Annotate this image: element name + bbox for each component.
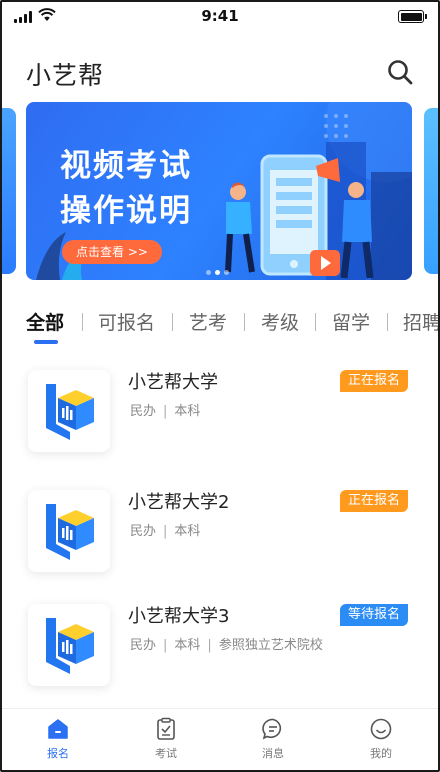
carousel-dot[interactable]	[206, 270, 211, 275]
meta-ownership: 民办	[130, 404, 157, 419]
meta-ownership: 民办	[130, 638, 157, 653]
tab-art-exam[interactable]: 艺考	[189, 308, 227, 335]
university-name: 小艺帮大学2	[128, 492, 230, 513]
tab-divider	[387, 313, 388, 331]
university-logo	[28, 490, 110, 572]
university-name: 小艺帮大学	[128, 372, 218, 393]
tab-active-indicator	[34, 340, 58, 344]
xiaoyibang-logo-icon	[46, 618, 94, 674]
meta-category: 参照独立艺术院校	[218, 638, 323, 653]
meta-level: 本科	[174, 524, 201, 539]
carousel-indicator	[206, 270, 229, 275]
search-icon[interactable]	[386, 58, 414, 86]
carousel-dot-active[interactable]	[215, 270, 220, 275]
university-name: 小艺帮大学3	[128, 606, 230, 627]
nav-exam-label: 考试	[155, 747, 177, 760]
bottom-tab-bar: 报名 考试 消息 我的	[2, 708, 438, 770]
list-item[interactable]: 小艺帮大学 民办 | 本科 正在报名	[2, 358, 438, 470]
tab-divider	[172, 313, 173, 331]
banner-title: 视频考试 操作说明	[60, 144, 192, 234]
status-badge: 正在报名	[339, 490, 408, 512]
page-title: 小艺帮	[26, 61, 105, 90]
message-bubble-icon	[262, 718, 282, 740]
tab-study-abroad[interactable]: 留学	[332, 308, 370, 335]
tab-grade-exam[interactable]: 考级	[261, 308, 299, 335]
nav-messages-label: 消息	[262, 747, 284, 760]
university-meta: 民办 | 本科	[130, 404, 201, 419]
previous-slide-peek[interactable]	[2, 108, 16, 274]
nav-register[interactable]: 报名	[28, 717, 88, 761]
list-item[interactable]: 小艺帮大学3 民办 | 本科 | 参照独立艺术院校 等待报名	[2, 592, 438, 704]
battery-icon	[398, 10, 427, 23]
tab-all[interactable]: 全部	[26, 308, 64, 335]
xiaoyibang-logo-icon	[46, 384, 94, 440]
next-slide-peek[interactable]	[424, 108, 438, 274]
banner-carousel[interactable]: 视频考试 操作说明 点击查看 >>	[2, 102, 438, 282]
list-item[interactable]: 小艺帮大学2 民办 | 本科 正在报名	[2, 478, 438, 590]
home-icon	[48, 719, 68, 739]
tab-divider	[244, 313, 245, 331]
app-screen: 9:41 小艺帮 视频考试 操作说明 点击查看 >> 全部 可报名 艺考 考级 …	[0, 0, 440, 772]
carousel-dot[interactable]	[224, 270, 229, 275]
nav-messages[interactable]: 消息	[243, 717, 303, 761]
meta-level: 本科	[174, 638, 201, 653]
university-meta: 民办 | 本科	[130, 524, 201, 539]
tab-divider	[82, 313, 83, 331]
smiley-profile-icon	[370, 718, 392, 740]
nav-exam[interactable]: 考试	[136, 717, 196, 761]
status-badge: 等待报名	[339, 604, 408, 626]
university-logo	[28, 370, 110, 452]
banner-title-line-1: 视频考试	[60, 148, 192, 184]
status-time: 9:41	[201, 7, 239, 25]
xiaoyibang-logo-icon	[46, 504, 94, 560]
category-tabs: 全部 可报名 艺考 考级 留学 招聘	[2, 308, 438, 348]
meta-level: 本科	[174, 404, 201, 419]
nav-profile[interactable]: 我的	[351, 717, 411, 761]
university-logo	[28, 604, 110, 686]
banner-view-button[interactable]: 点击查看 >>	[62, 240, 162, 264]
app-header: 小艺帮	[2, 50, 438, 94]
nav-register-label: 报名	[47, 747, 69, 760]
status-bar: 9:41	[2, 2, 438, 32]
status-badge: 正在报名	[339, 370, 408, 392]
tab-recruitment[interactable]: 招聘	[403, 308, 438, 335]
tab-open-registration[interactable]: 可报名	[98, 308, 155, 335]
banner-slide[interactable]: 视频考试 操作说明 点击查看 >>	[26, 102, 412, 280]
tab-divider	[315, 313, 316, 331]
banner-title-line-2: 操作说明	[60, 193, 192, 229]
exam-clipboard-icon	[157, 717, 175, 740]
meta-ownership: 民办	[130, 524, 157, 539]
nav-profile-label: 我的	[370, 747, 392, 760]
university-meta: 民办 | 本科 | 参照独立艺术院校	[130, 638, 323, 653]
